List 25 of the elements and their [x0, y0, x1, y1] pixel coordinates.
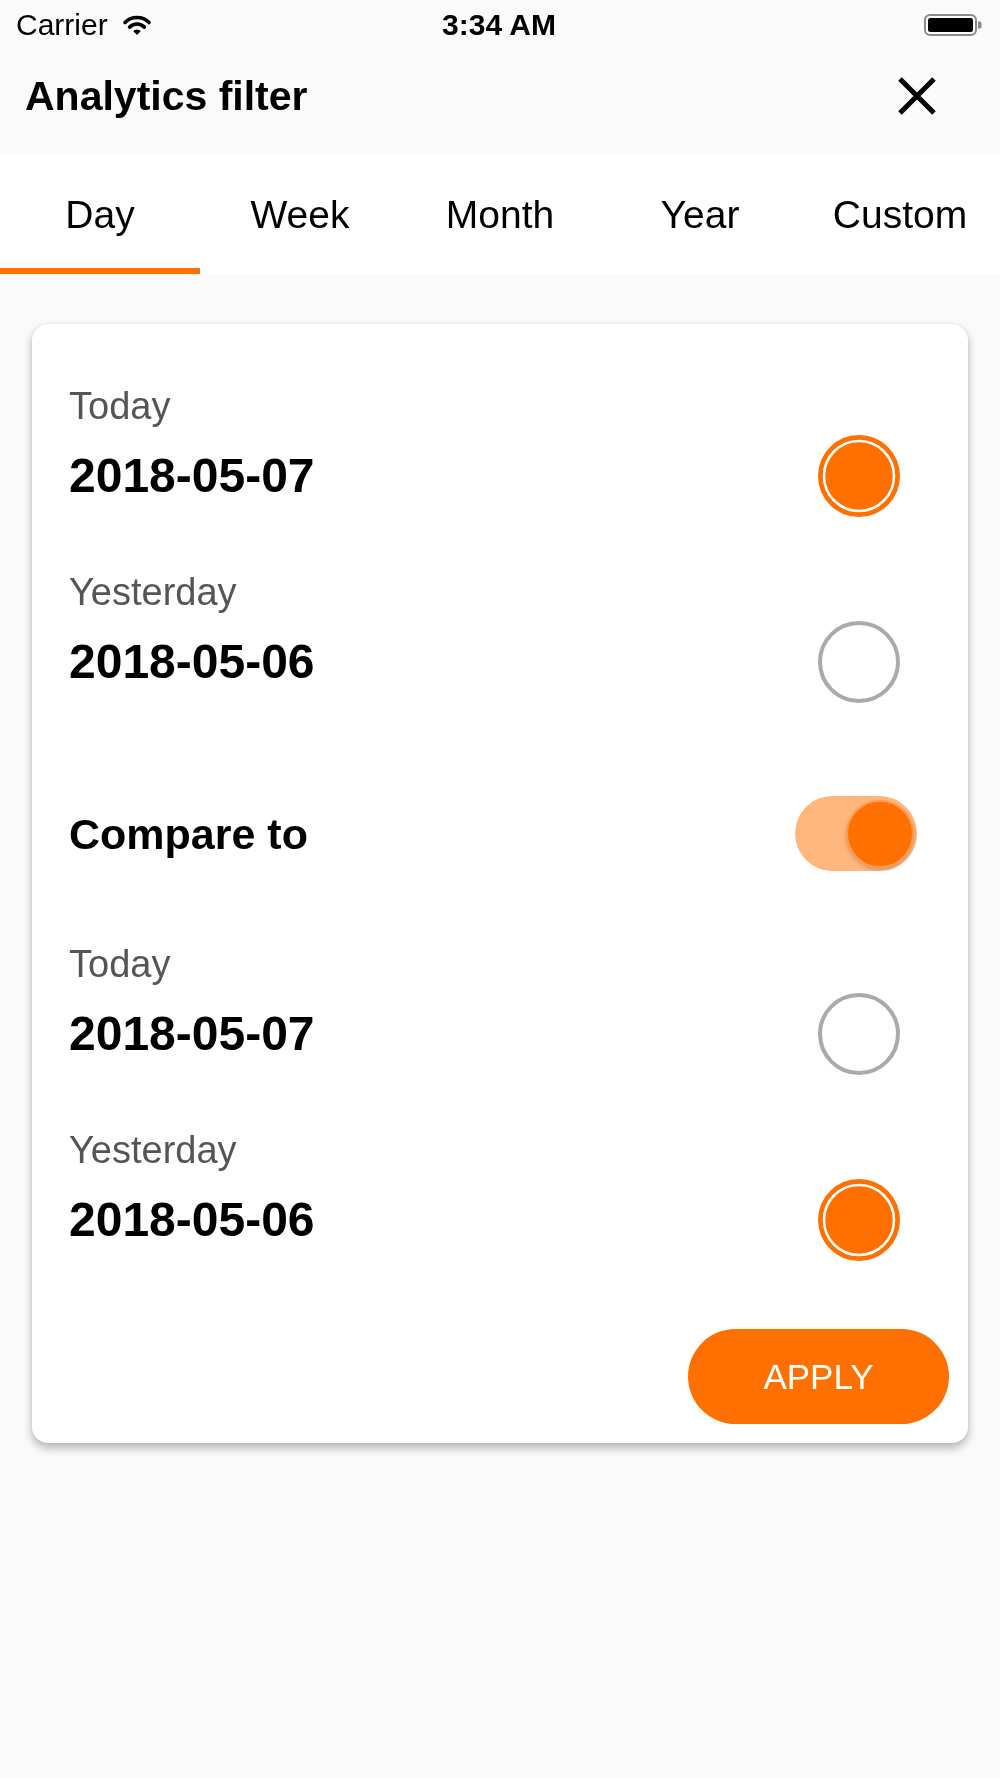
date-label: 2018-05-07 — [69, 448, 315, 504]
tab[interactable]: Month — [400, 153, 600, 274]
tab[interactable]: Week — [200, 153, 400, 274]
date-label: 2018-05-07 — [69, 1006, 315, 1062]
battery-icon — [924, 14, 982, 36]
screen-title: Analytics filter — [25, 72, 308, 120]
close-icon[interactable] — [897, 76, 937, 116]
tab[interactable]: Day — [0, 153, 200, 274]
radio-button[interactable] — [818, 621, 900, 703]
period-label: Today — [69, 384, 171, 429]
clock-time: 3:34 AM — [442, 8, 556, 42]
period-label: Yesterday — [69, 1128, 237, 1173]
tab[interactable]: Year — [600, 153, 800, 274]
tab[interactable]: Custom — [800, 153, 1000, 274]
switch-thumb[interactable] — [846, 799, 914, 868]
radio-button[interactable] — [818, 1179, 900, 1261]
radio-button[interactable] — [818, 993, 900, 1075]
carrier-label: Carrier — [16, 8, 108, 42]
compare-label: Compare to — [69, 808, 308, 860]
period-label: Today — [69, 942, 171, 987]
period-label: Yesterday — [69, 570, 237, 615]
date-label: 2018-05-06 — [69, 1192, 315, 1248]
radio-button[interactable] — [818, 435, 900, 517]
date-label: 2018-05-06 — [69, 634, 315, 690]
wifi-icon — [121, 14, 152, 36]
